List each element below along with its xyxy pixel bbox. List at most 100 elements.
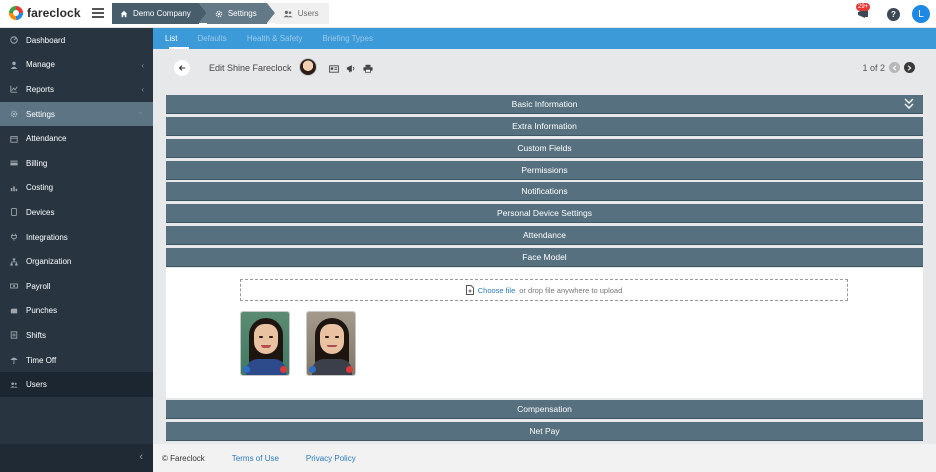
- sidebar-item-label: Payroll: [26, 281, 51, 291]
- sidebar-item-punches[interactable]: Punches: [0, 299, 153, 324]
- megaphone-icon[interactable]: [345, 63, 356, 74]
- sidebar-item-label: Dashboard: [26, 35, 66, 45]
- sidebar-item-payroll[interactable]: Payroll: [0, 274, 153, 299]
- sidebar-item-costing[interactable]: Costing: [0, 176, 153, 201]
- content-panel: Edit Shine Fareclock 1 of 2 Basic Inform…: [166, 49, 923, 444]
- sidebar-item-shifts[interactable]: Shifts: [0, 323, 153, 348]
- breadcrumb-label: Settings: [227, 9, 257, 18]
- delete-badge-icon[interactable]: [346, 366, 353, 373]
- page-footer: © Fareclock Terms of Use Privacy Policy: [153, 444, 936, 472]
- breadcrumb-label: Users: [297, 9, 319, 18]
- tab-list[interactable]: List: [165, 34, 177, 43]
- person-icon: [10, 61, 18, 69]
- section-compensation[interactable]: Compensation: [166, 400, 923, 419]
- privacy-policy-link[interactable]: Privacy Policy: [306, 454, 356, 463]
- next-record-button[interactable]: [904, 62, 915, 73]
- terms-of-use-link[interactable]: Terms of Use: [232, 454, 279, 463]
- section-label: Personal Device Settings: [497, 208, 592, 218]
- breadcrumb-settings[interactable]: Settings: [198, 3, 275, 24]
- sidebar-item-manage[interactable]: Manage ‹: [0, 53, 153, 78]
- section-custom-fields[interactable]: Custom Fields: [166, 139, 923, 158]
- sidebar-item-label: Attendance: [26, 134, 67, 144]
- home-icon: [120, 10, 128, 17]
- breadcrumb-demo-company[interactable]: Demo Company: [112, 3, 207, 24]
- section-notifications[interactable]: Notifications: [166, 182, 923, 201]
- top-right-actions: 29+ ? L: [855, 3, 930, 24]
- notifications-button[interactable]: 29+: [855, 3, 875, 24]
- section-permissions[interactable]: Permissions: [166, 161, 923, 180]
- section-personal-device-settings[interactable]: Personal Device Settings: [166, 204, 923, 223]
- plug-icon: [10, 233, 18, 241]
- sidebar-item-settings[interactable]: Settings ⌄: [0, 101, 153, 127]
- sidebar-item-attendance[interactable]: Attendance: [0, 126, 153, 151]
- id-card-icon[interactable]: [328, 63, 339, 74]
- sidebar-item-label: Time Off: [26, 355, 57, 365]
- previous-record-button[interactable]: [889, 62, 900, 73]
- tab-defaults[interactable]: Defaults: [197, 34, 226, 43]
- arrow-left-icon: [178, 65, 186, 71]
- choose-file-link[interactable]: Choose file: [478, 286, 516, 295]
- gear-icon: [215, 10, 223, 17]
- sidebar-item-label: Reports: [26, 84, 55, 94]
- sidebar-item-reports[interactable]: Reports ‹: [0, 77, 153, 102]
- face-photo-2[interactable]: [306, 311, 356, 376]
- face-model-panel: Choose file or drop file anywhere to upl…: [166, 268, 923, 398]
- chevron-right-icon: [907, 64, 912, 71]
- umbrella-icon: [10, 356, 18, 365]
- section-net-pay[interactable]: Net Pay: [166, 422, 923, 441]
- help-button[interactable]: ?: [887, 7, 900, 21]
- notification-count-badge: 29+: [856, 3, 871, 11]
- collapse-sidebar-icon[interactable]: ‹: [139, 451, 143, 463]
- breadcrumb-users[interactable]: Users: [266, 3, 329, 24]
- bar-chart-icon: [10, 184, 18, 192]
- header-actions: [328, 63, 373, 74]
- back-button[interactable]: [174, 60, 190, 76]
- sidebar-item-integrations[interactable]: Integrations: [0, 225, 153, 250]
- section-extra-information[interactable]: Extra Information: [166, 117, 923, 136]
- section-label: Notifications: [521, 186, 568, 196]
- sidebar-item-label: Organization: [26, 257, 72, 267]
- tablet-icon: [10, 208, 18, 217]
- breadcrumb-label: Demo Company: [133, 9, 191, 18]
- sub-tabs: List Defaults Health & Safety Briefing T…: [153, 28, 936, 49]
- sidebar-item-label: Punches: [26, 306, 58, 316]
- credit-card-icon: [10, 159, 18, 167]
- sidebar-item-organization[interactable]: Organization: [0, 249, 153, 274]
- section-label: Compensation: [517, 404, 572, 414]
- users-icon: [283, 10, 293, 17]
- tab-health-safety[interactable]: Health & Safety: [247, 34, 303, 43]
- sidebar-item-dashboard[interactable]: Dashboard: [0, 28, 153, 53]
- sidebar-item-label: Integrations: [26, 232, 68, 242]
- brand-name: fareclock: [27, 6, 81, 20]
- punch-icon: [10, 307, 18, 315]
- section-face-model[interactable]: Face Model: [166, 248, 923, 267]
- person-badge-icon: [309, 366, 316, 373]
- menu-toggle-icon[interactable]: [92, 8, 104, 18]
- tab-briefing-types[interactable]: Briefing Types: [322, 34, 373, 43]
- sidebar-item-label: Settings: [26, 109, 55, 119]
- sidebar-item-label: Billing: [26, 158, 48, 168]
- user-avatar-button[interactable]: L: [912, 5, 930, 23]
- fareclock-logo[interactable]: fareclock: [9, 6, 81, 20]
- print-icon[interactable]: [362, 63, 373, 74]
- sidebar-item-label: Costing: [26, 183, 54, 193]
- section-label: Attendance: [522, 230, 566, 240]
- sidebar-item-time-off[interactable]: Time Off: [0, 348, 153, 373]
- page-title: Edit Shine Fareclock: [209, 63, 292, 73]
- sidebar-item-users[interactable]: Users: [0, 372, 153, 397]
- drop-hint-text: or drop file anywhere to upload: [519, 285, 623, 295]
- section-label: Face Model: [522, 252, 567, 262]
- double-chevron-down-icon: [904, 98, 914, 109]
- sidebar: Dashboard Manage ‹ Reports ‹ Settings ⌄ …: [0, 28, 153, 472]
- sidebar-item-label: Shifts: [26, 330, 47, 340]
- section-attendance[interactable]: Attendance: [166, 226, 923, 245]
- delete-badge-icon[interactable]: [280, 366, 287, 373]
- face-photo-1[interactable]: [240, 311, 290, 376]
- file-dropzone[interactable]: Choose file or drop file anywhere to upl…: [240, 279, 848, 301]
- section-label: Basic Information: [511, 99, 578, 109]
- sidebar-item-devices[interactable]: Devices: [0, 200, 153, 225]
- section-basic-information[interactable]: Basic Information: [166, 95, 923, 114]
- person-badge-icon: [243, 366, 250, 373]
- chevron-left-icon: ‹: [141, 60, 144, 70]
- sidebar-item-billing[interactable]: Billing: [0, 151, 153, 176]
